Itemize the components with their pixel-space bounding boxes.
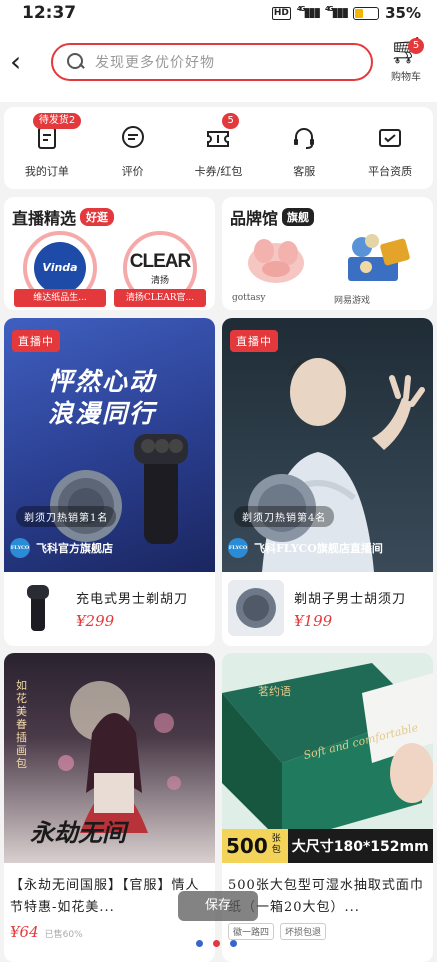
package-brand: 茗约语 (258, 685, 291, 698)
brand-hall-tag: 旗舰 (282, 208, 315, 226)
game-poster: 如花美眷插画包 永劫无间 (4, 653, 215, 863)
live-picks-title: 直播精选 好逛 (12, 205, 115, 229)
brand-item-gottasy[interactable]: gottasy (228, 227, 324, 305)
product-price: ¥64 (10, 923, 39, 941)
search-header: ‹ 发现更多优价好物 🛒︎ 5 购物车 (0, 26, 437, 102)
service-bar: 待发货2 我的订单 评价 5 卡券/红包 客服 平台资质 (4, 107, 433, 189)
poster-title: 永劫无间 (30, 818, 126, 847)
search-icon (67, 53, 85, 71)
brand-caption: gottasy (232, 293, 266, 303)
service-label: 客服 (293, 165, 316, 178)
sales-rank-pill: 剃须刀热销第1名 (16, 506, 117, 527)
brand-caption: 网易游戏 (334, 296, 371, 306)
pager-dot (230, 940, 237, 947)
service-reviews[interactable]: 评价 (93, 119, 173, 189)
promo-headline-1: 怦然心动 (48, 367, 157, 396)
product-name: 剃胡子男士胡须刀 (294, 592, 407, 607)
netease-gift-image (348, 234, 410, 281)
service-label: 平台资质 (368, 165, 413, 178)
clear-logo: CLEAR 清扬 (129, 250, 191, 286)
chevron-left-icon[interactable]: ‹ (10, 48, 34, 76)
banner-count: 500 (222, 829, 272, 863)
live-picks-card: 直播精选 好逛 Vinda 维达纸品生... CLEAR 清扬 清扬CLEAR官… (4, 197, 215, 310)
sales-rank-pill: 剃须刀热销第4名 (234, 506, 335, 527)
service-chip: 坏损包退 (280, 923, 327, 940)
service-label: 我的订单 (24, 165, 69, 178)
live-pick-item-vinda[interactable]: Vinda 维达纸品生... (14, 231, 106, 307)
product-row[interactable]: 剃胡子男士胡须刀 ¥199 (222, 572, 433, 638)
search-input[interactable]: 发现更多优价好物 (51, 43, 373, 81)
feed-card-live-2[interactable]: 直播中 剃须刀热销第4名 FLYCO 飞科FLYCO旗舰店直播间 剃胡子男士胡须… (222, 318, 433, 646)
live-pick-item-clear[interactable]: CLEAR 清扬 清扬CLEAR官... (114, 231, 206, 307)
live-pick-caption: 清扬CLEAR官... (114, 289, 206, 307)
size-banner: 500 张包 大尺寸180*152mm (222, 829, 433, 863)
live-picks-title-text: 直播精选 (12, 209, 77, 228)
product-row[interactable]: 充电式男士剃胡刀 ¥299 (4, 572, 215, 638)
comment-bubble-icon (118, 123, 148, 153)
cart-button[interactable]: 🛒︎ 5 购物车 (384, 36, 428, 96)
model-photo (248, 356, 425, 572)
status-time: 12:37 (22, 3, 77, 23)
product-thumb (10, 580, 66, 636)
product-price: ¥199 (294, 612, 333, 630)
sold-ratio: 已售60% (44, 930, 83, 940)
live-pick-caption: 维达纸品生... (14, 289, 106, 307)
service-coupons[interactable]: 5 卡券/红包 (178, 113, 258, 189)
banner-unit: 张包 (271, 829, 288, 863)
battery-fill (355, 8, 363, 18)
live-picks-tag: 好逛 (80, 208, 115, 226)
status-icons: HD 4G▮▮▮ 4G▮▮▮ 35% (271, 4, 421, 22)
service-label: 评价 (121, 165, 144, 178)
pink-toy-image (248, 239, 304, 283)
live-stream-cover-2: 直播中 剃须刀热销第4名 FLYCO 飞科FLYCO旗舰店直播间 (222, 318, 433, 572)
certificate-icon (375, 123, 405, 153)
product-price: ¥299 (76, 612, 115, 630)
flyco-logo: FLYCO (228, 538, 248, 558)
shop-name: 飞科官方旗舰店 (36, 542, 113, 555)
battery-percent: 35% (385, 4, 421, 22)
hd-icon: HD (271, 6, 291, 20)
live-badge: 直播中 (12, 330, 60, 352)
pager-dot (196, 940, 203, 947)
clear-logo-text: CLEAR (129, 250, 191, 272)
shaver-image (50, 434, 188, 544)
headset-icon (289, 123, 319, 153)
brand-hall-title: 品牌馆 旗舰 (230, 205, 315, 229)
service-customer-care[interactable]: 客服 (264, 119, 344, 189)
service-my-orders[interactable]: 待发货2 我的订单 (7, 113, 87, 189)
service-label: 卡券/红包 (194, 165, 243, 178)
cart-label: 购物车 (391, 72, 421, 83)
order-status-badge: 待发货2 (32, 113, 82, 129)
brand-hall-title-text: 品牌馆 (230, 209, 279, 228)
service-chip: 徽一路四 (228, 923, 275, 940)
pager-dot (213, 940, 220, 947)
status-bar: 12:37 HD 4G▮▮▮ 4G▮▮▮ 35% (0, 0, 437, 26)
tissue-image: 茗约语 Soft and comfortable 500 张包 大尺寸180*1… (222, 653, 433, 863)
battery-icon (353, 6, 380, 20)
signal-icon: 4G▮▮▮ (296, 5, 321, 21)
flyco-logo: FLYCO (10, 538, 30, 558)
banner-size: 大尺寸180*152mm (291, 839, 429, 855)
save-toast[interactable]: 保存 (178, 891, 258, 921)
product-thumb (228, 580, 284, 636)
service-chips: 徽一路四 坏损包退 (222, 919, 433, 944)
brand-hall-card: 品牌馆 旗舰 gottasy 网易游戏 (222, 197, 433, 310)
vinda-logo: Vinda (34, 242, 86, 294)
brand-item-netease[interactable]: 网易游戏 (330, 227, 426, 306)
live-stream-cover-1: 直播中 怦然心动 浪漫同行 剃须刀热销第1名 FLYCO 飞科官方旗舰店 (4, 318, 215, 572)
cart-badge: 5 (408, 38, 424, 54)
clear-logo-sub: 清扬 (150, 275, 169, 286)
price-row: ¥64 已售60% (4, 919, 215, 945)
pager-dots (196, 940, 237, 947)
shop-info: FLYCO 飞科官方旗舰店 (10, 538, 113, 558)
coupon-badge: 5 (222, 113, 239, 129)
search-placeholder: 发现更多优价好物 (95, 55, 215, 71)
shop-name: 飞科FLYCO旗舰店直播间 (254, 542, 383, 555)
service-qualification[interactable]: 平台资质 (350, 119, 430, 189)
promo-headline-2: 浪漫同行 (48, 399, 157, 428)
feed-card-live-1[interactable]: 直播中 怦然心动 浪漫同行 剃须刀热销第1名 FLYCO 飞科官方旗舰店 充电式… (4, 318, 215, 646)
product-name: 充电式男士剃胡刀 (76, 592, 189, 607)
shop-info: FLYCO 飞科FLYCO旗舰店直播间 (228, 538, 383, 558)
signal-icon-2: 4G▮▮▮ (325, 5, 349, 21)
